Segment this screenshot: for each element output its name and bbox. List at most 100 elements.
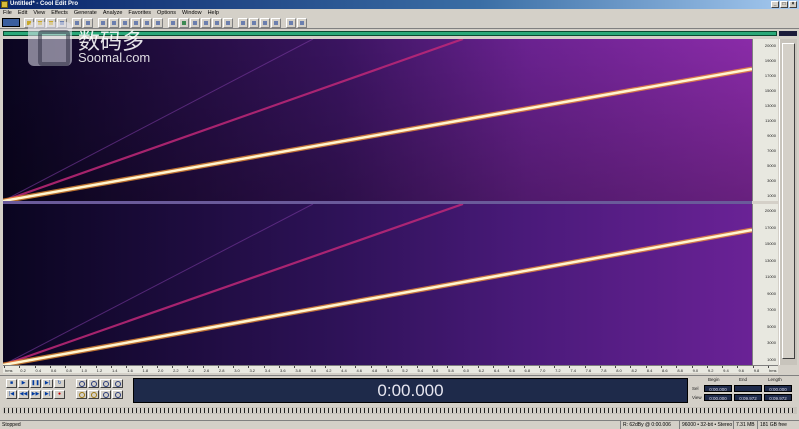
- time-tick-label: 9.0: [692, 368, 699, 373]
- time-tick-label: 3.8: [295, 368, 301, 373]
- zoom-out-vertical-icon[interactable]: [112, 390, 123, 399]
- scrub-icon[interactable]: [297, 17, 307, 28]
- time-tick-label: 7.0: [539, 368, 546, 373]
- level-meter-ticks: [4, 408, 794, 413]
- time-tick-label: 9.4: [723, 368, 729, 373]
- go-to-beginning-button[interactable]: |◀: [6, 390, 17, 399]
- zoom-in-horizontal-icon[interactable]: [76, 379, 87, 388]
- time-tick-label: 4.2: [325, 368, 332, 373]
- time-tick-label: 0.6: [50, 368, 57, 373]
- time-tick-label: 6.8: [524, 368, 531, 373]
- frequency-tick-label: 20000: [764, 208, 776, 213]
- time-tick-label: 1.6: [127, 368, 133, 373]
- time-tick-label: 9.2: [707, 368, 714, 373]
- zoom-right-icon[interactable]: [88, 390, 99, 399]
- time-tick-label: 1.2: [96, 368, 103, 373]
- settings-icon[interactable]: [271, 17, 281, 28]
- stop-button[interactable]: ■: [6, 379, 17, 388]
- menu-file[interactable]: File: [3, 9, 12, 17]
- time-tick-label: 7.8: [600, 368, 607, 373]
- time-tick-label: 0.4: [35, 368, 42, 373]
- time-tick-label: 1.0: [81, 368, 87, 373]
- frequency-ruler-left: 20000 19000 17000 15000 13000 11000 9000 7000 50…: [752, 39, 778, 201]
- time-tick-label: 4.6: [356, 368, 362, 373]
- rewind-button[interactable]: ◀◀: [18, 390, 29, 399]
- spectral-view-right-channel[interactable]: [3, 204, 752, 365]
- multitrack-toggle-button[interactable]: [2, 18, 20, 27]
- play-to-end-button[interactable]: ▶|: [42, 379, 53, 388]
- menu-options[interactable]: Options: [157, 9, 176, 17]
- close-button[interactable]: ×: [789, 1, 797, 8]
- go-to-end-button[interactable]: ▶|: [42, 390, 53, 399]
- waveform-view-icon[interactable]: [168, 17, 178, 28]
- scrollbar-thumb[interactable]: [782, 43, 795, 359]
- cue-list-icon[interactable]: [249, 17, 259, 28]
- frequency-tick-label: 11000: [765, 118, 776, 123]
- frequency-tick-label: 15000: [764, 88, 776, 93]
- time-tick-label: 2.2: [173, 368, 179, 373]
- time-tick-label: hms: [5, 368, 13, 373]
- zoom-left-icon[interactable]: [76, 390, 87, 399]
- menu-generate[interactable]: Generate: [74, 9, 97, 17]
- time-tick-label: 3.6: [280, 368, 286, 373]
- frequency-tick-label: 3000: [767, 178, 776, 183]
- watermark-en: Soomal.com: [78, 50, 151, 65]
- zoom-full-icon[interactable]: [100, 379, 111, 388]
- time-ruler[interactable]: hms 0.2 0.4 0.6 0.8 1.0 1.2 1.4 1.6 1.8 2.0 2.2 2.4 2…: [3, 365, 778, 373]
- play-button[interactable]: ▶: [18, 379, 29, 388]
- watermark-logo-icon: [28, 22, 72, 66]
- time-tick-label: 8.2: [631, 368, 638, 373]
- menu-view[interactable]: View: [33, 9, 45, 17]
- zoom-in-vertical-icon[interactable]: [100, 390, 111, 399]
- end-header: End: [739, 377, 748, 382]
- marker-icon[interactable]: [238, 17, 248, 28]
- view-length-field[interactable]: 0:09.972: [764, 394, 792, 401]
- sel-end-field[interactable]: [734, 385, 762, 392]
- begin-header: Begin: [708, 377, 720, 382]
- maximize-button[interactable]: □: [780, 1, 788, 8]
- loop-mode-icon[interactable]: [286, 17, 296, 28]
- menu-effects[interactable]: Effects: [51, 9, 68, 17]
- frequency-tick-label: 1000: [767, 193, 776, 198]
- menu-analyze[interactable]: Analyze: [103, 9, 123, 17]
- sel-begin-field[interactable]: 0:00.000: [704, 385, 732, 392]
- spectral-view-icon[interactable]: [179, 17, 189, 28]
- minimize-button[interactable]: _: [771, 1, 779, 8]
- length-header: Length: [768, 377, 782, 382]
- frequency-tick-label: 3000: [767, 340, 776, 346]
- overview-corner: [779, 31, 797, 36]
- time-tick-label: 3.2: [249, 368, 256, 373]
- zoom-out-horizontal-icon[interactable]: [88, 379, 99, 388]
- status-bar: Stopped R: 62dBy @ 0:00.006 96000 • 32-b…: [0, 420, 799, 429]
- view-begin-field[interactable]: 0:00.000: [704, 394, 732, 401]
- menu-window[interactable]: Window: [182, 9, 202, 17]
- playlist-icon[interactable]: [260, 17, 270, 28]
- edit-both-icon[interactable]: [212, 17, 222, 28]
- time-tick-label: 6.2: [478, 368, 485, 373]
- frequency-tick-label: 11000: [765, 274, 776, 280]
- edit-left-icon[interactable]: [190, 17, 200, 28]
- status-free-space: 181 GB free: [757, 421, 787, 429]
- menu-help[interactable]: Help: [208, 9, 219, 17]
- vertical-zoom-scrollbar[interactable]: [779, 39, 797, 365]
- pause-button[interactable]: ❚❚: [30, 379, 41, 388]
- sel-length-field[interactable]: 0:00.000: [764, 385, 792, 392]
- zoom-selection-icon[interactable]: [112, 379, 123, 388]
- time-tick-label: 5.2: [402, 368, 408, 373]
- time-tick-label: 3.4: [264, 368, 271, 373]
- status-level: R: 62dBy @ 0:00.006: [620, 421, 671, 429]
- info-icon[interactable]: [223, 17, 233, 28]
- frequency-ruler-right: 20000 17000 15000 13000 11000 9000 7000 5000 300…: [752, 204, 778, 365]
- edit-right-icon[interactable]: [201, 17, 211, 28]
- play-looped-button[interactable]: ↻: [54, 379, 65, 388]
- menu-edit[interactable]: Edit: [18, 9, 27, 17]
- view-row-label: View: [692, 395, 702, 400]
- view-end-field[interactable]: 0:09.972: [734, 394, 762, 401]
- status-state: Stopped: [2, 422, 21, 428]
- fast-forward-button[interactable]: ▶▶: [30, 390, 41, 399]
- frequency-tick-label: 5000: [767, 323, 776, 329]
- record-button[interactable]: ●: [54, 390, 65, 399]
- time-tick-label: 8.8: [677, 368, 683, 373]
- time-tick-label: 8.4: [646, 368, 653, 373]
- menu-favorites[interactable]: Favorites: [128, 9, 151, 17]
